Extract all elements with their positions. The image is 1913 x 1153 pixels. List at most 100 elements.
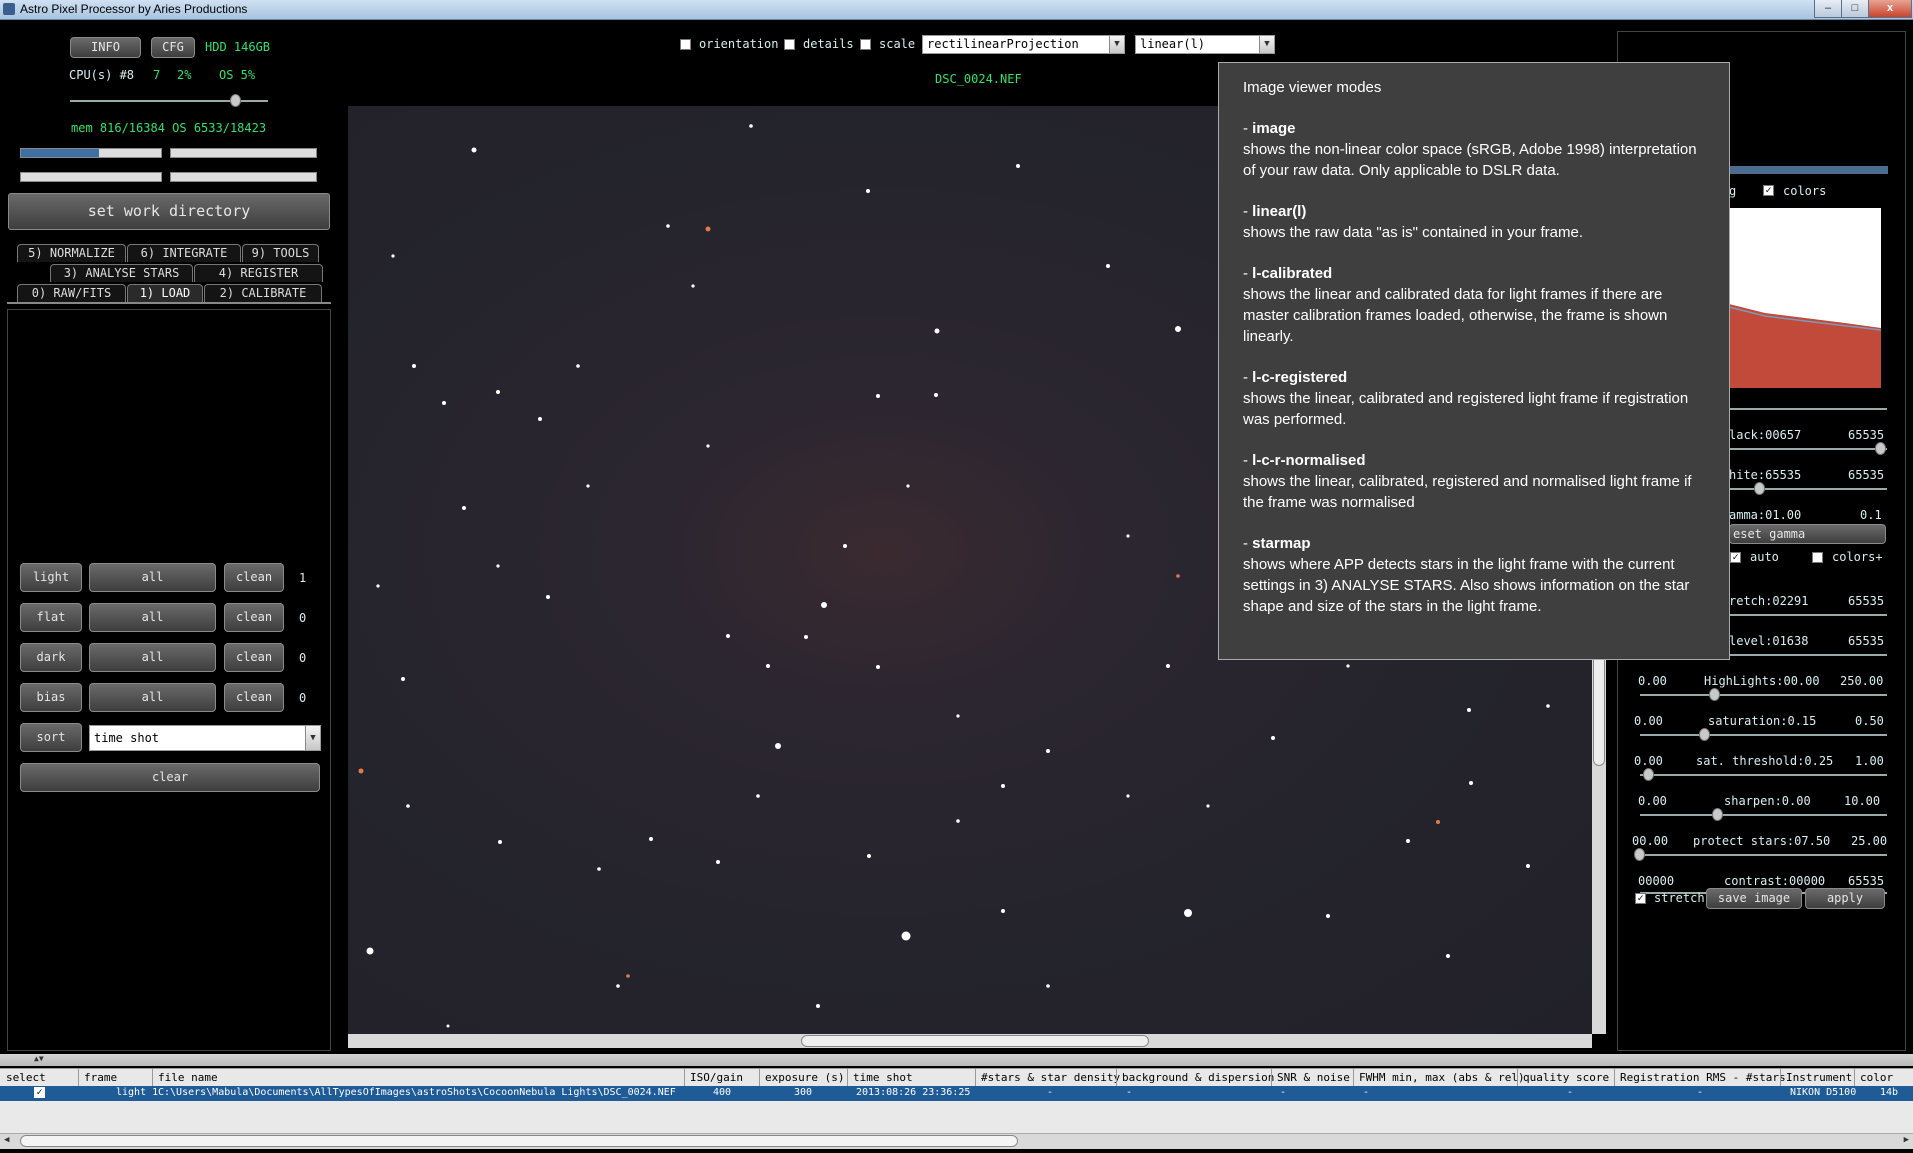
dark-all-button[interactable]: all [89, 643, 216, 672]
flat-all-button[interactable]: all [89, 603, 216, 632]
clear-button[interactable]: clear [20, 763, 320, 792]
table-horizontal-scrollbar[interactable]: ◀ ▶ [0, 1133, 1913, 1149]
image-vscroll-thumb[interactable] [1593, 646, 1605, 766]
light-clean-button[interactable]: clean [224, 563, 284, 592]
image-hscroll-thumb[interactable] [801, 1035, 1149, 1047]
panel-splitter[interactable]: ▲▼ [0, 1054, 1913, 1066]
tab-tools[interactable]: 9) TOOLS [242, 244, 319, 262]
maximize-button[interactable]: □ [1841, 0, 1869, 18]
bias-button[interactable]: bias [20, 683, 82, 712]
orientation-checkbox[interactable] [680, 39, 691, 50]
minimize-button[interactable]: – [1814, 0, 1842, 18]
scroll-right-icon[interactable]: ▶ [1904, 1135, 1909, 1145]
row-background: - [1126, 1087, 1133, 1098]
light-button[interactable]: light [20, 563, 82, 592]
protect-stars-slider[interactable] [1640, 854, 1887, 856]
tab-load[interactable]: 1) LOAD [127, 284, 203, 302]
black-point-knob[interactable] [1875, 442, 1886, 455]
table-row[interactable]: ✓ light 1 C:\Users\Mabula\Documents\AllT… [0, 1086, 1913, 1101]
dark-clean-button[interactable]: clean [224, 643, 284, 672]
app-icon [3, 3, 15, 15]
tab-register[interactable]: 4) REGISTER [194, 264, 323, 282]
stretch-checkbox[interactable]: ✓ [1635, 893, 1646, 904]
protect-stars-label: protect stars:07.50 [1693, 834, 1831, 848]
colors-checkbox[interactable]: ✓ [1763, 185, 1774, 196]
flat-button[interactable]: flat [20, 603, 82, 632]
sort-dropdown[interactable]: time shot ▼ [89, 725, 321, 751]
col-time-shot[interactable]: time shot [853, 1071, 913, 1084]
cpu-slider-knob[interactable] [230, 94, 241, 107]
col-registration-rms[interactable]: Registration RMS - #stars [1620, 1071, 1786, 1084]
row-color: 14b [1880, 1087, 1899, 1098]
table-body-empty [0, 1101, 1913, 1133]
tooltip-heading: Image viewer modes [1243, 79, 1382, 96]
col-file-name[interactable]: file name [158, 1071, 218, 1084]
sat-threshold-slider[interactable] [1640, 774, 1887, 776]
sharpen-knob[interactable] [1712, 808, 1723, 821]
highlights-knob[interactable] [1709, 688, 1720, 701]
light-all-button[interactable]: all [89, 563, 216, 592]
row-select-checkbox[interactable]: ✓ [34, 1087, 45, 1098]
table-hscroll-thumb[interactable] [20, 1135, 1018, 1147]
contrast-min: 00000 [1638, 874, 1675, 888]
hdd-status: HDD 146GB [205, 40, 271, 54]
bias-clean-button[interactable]: clean [224, 683, 284, 712]
dark-button[interactable]: dark [20, 643, 82, 672]
reset-gamma-button[interactable]: eset gamma [1729, 524, 1886, 544]
splitter-arrows-icon[interactable]: ▲▼ [34, 1054, 44, 1063]
tab-analyse-stars[interactable]: 3) ANALYSE STARS [50, 264, 193, 282]
details-checkbox[interactable] [784, 39, 795, 50]
auto-checkbox[interactable]: ✓ [1730, 552, 1741, 563]
saturation-knob[interactable] [1699, 728, 1710, 741]
progress-bar-1 [20, 172, 162, 182]
col-frame[interactable]: frame [84, 1071, 117, 1084]
viewer-mode-dropdown[interactable]: linear(l) ▼ [1135, 35, 1275, 54]
white-point-knob[interactable] [1754, 482, 1765, 495]
row-quality: - [1567, 1087, 1574, 1098]
chevron-down-icon[interactable]: ▼ [305, 726, 320, 750]
tab-integrate[interactable]: 6) INTEGRATE [127, 244, 241, 262]
cfg-button[interactable]: CFG [151, 37, 195, 58]
col-iso-gain[interactable]: ISO/gain [690, 1071, 743, 1084]
col-exposure[interactable]: exposure (s) [765, 1071, 844, 1084]
tab-raw-fits[interactable]: 0) RAW/FITS [17, 284, 126, 302]
col-select[interactable]: select [6, 1071, 46, 1084]
chevron-down-icon[interactable]: ▼ [1259, 36, 1274, 53]
colors-plus-checkbox[interactable] [1812, 552, 1823, 563]
memory-bar [20, 148, 162, 158]
close-button[interactable]: x [1868, 0, 1912, 18]
stretch-checkbox-label: stretch [1654, 891, 1705, 905]
sat-threshold-knob[interactable] [1643, 768, 1654, 781]
scroll-left-icon[interactable]: ◀ [4, 1135, 9, 1145]
set-work-directory-button[interactable]: set work directory [8, 193, 330, 230]
saturation-slider[interactable] [1640, 734, 1887, 736]
projection-dropdown[interactable]: rectilinearProjection ▼ [922, 35, 1125, 54]
tab-normalize[interactable]: 5) NORMALIZE [17, 244, 126, 262]
col-stars-density[interactable]: #stars & star density [981, 1071, 1120, 1084]
col-instrument[interactable]: Instrument [1786, 1071, 1852, 1084]
col-color[interactable]: color [1860, 1071, 1893, 1084]
save-image-button[interactable]: save image [1706, 888, 1802, 909]
sharpen-slider[interactable] [1640, 814, 1887, 816]
sort-button[interactable]: sort [20, 723, 82, 752]
apply-button[interactable]: apply [1805, 888, 1885, 909]
sharpen-max: 10.00 [1844, 794, 1881, 808]
viewer-mode-value: linear(l) [1140, 37, 1206, 51]
row-fwhm: - [1363, 1087, 1370, 1098]
col-background-dispersion[interactable]: background & dispersion [1122, 1071, 1274, 1084]
highlights-slider[interactable] [1640, 694, 1887, 696]
stretch-label: retch:02291 [1729, 594, 1809, 608]
tooltip-item-linear: - linear(l) shows the raw data "as is" co… [1243, 203, 1583, 241]
scale-checkbox[interactable] [860, 39, 871, 50]
tab-calibrate[interactable]: 2) CALIBRATE [204, 284, 322, 302]
info-button[interactable]: INFO [70, 37, 141, 58]
chevron-down-icon[interactable]: ▼ [1109, 36, 1124, 53]
col-quality-score[interactable]: quality score [1523, 1071, 1609, 1084]
protect-stars-knob[interactable] [1634, 848, 1645, 861]
col-fwhm[interactable]: FWHM min, max (abs & rel) [1359, 1071, 1525, 1084]
flat-clean-button[interactable]: clean [224, 603, 284, 632]
image-horizontal-scrollbar[interactable] [348, 1034, 1592, 1048]
bias-all-button[interactable]: all [89, 683, 216, 712]
col-snr-noise[interactable]: SNR & noise [1277, 1071, 1350, 1084]
cpu-label: CPU(s) #8 [69, 68, 135, 82]
